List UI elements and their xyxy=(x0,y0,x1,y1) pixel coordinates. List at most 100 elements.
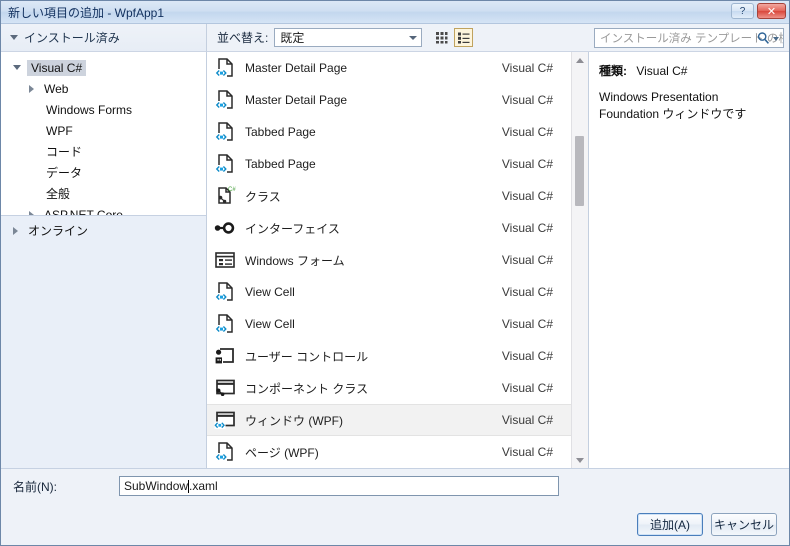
tree-item-label: 全般 xyxy=(46,187,71,201)
template-row[interactable]: Tabbed Page Visual C# xyxy=(207,116,571,148)
sort-dropdown[interactable]: 既定 xyxy=(274,28,423,47)
template-language: Visual C# xyxy=(501,61,553,75)
tree-item-label: Web xyxy=(44,81,69,96)
template-language: Visual C# xyxy=(501,349,553,363)
tree-item-web[interactable]: Web xyxy=(1,78,206,99)
name-field-row: 名前(N): SubWindow .xaml xyxy=(1,468,789,503)
template-row[interactable]: ページ (WPF) Visual C# xyxy=(207,436,571,468)
toolbar-row: インストール済み 並べ替え: 既定 インストール済み テンプレート の検索 xyxy=(1,24,789,52)
template-list-scrollbar[interactable] xyxy=(571,52,588,468)
template-row[interactable]: View Cell Visual C# xyxy=(207,308,571,340)
template-language: Visual C# xyxy=(501,317,553,331)
tree-item-label: コード xyxy=(46,145,83,159)
template-name: View Cell xyxy=(245,317,295,331)
view-mode-toggles xyxy=(432,28,474,47)
add-button-label: 追加(A) xyxy=(650,517,690,532)
template-name: Master Detail Page xyxy=(245,93,348,107)
template-list-panel: Master Detail Page Visual C# Master Deta… xyxy=(207,52,589,468)
template-language: Visual C# xyxy=(501,93,553,107)
user-control-icon xyxy=(213,344,237,368)
installed-tree: Visual C# Web Windows Forms WPF コード データ xyxy=(1,52,206,215)
tree-item-visual-csharp[interactable]: Visual C# xyxy=(1,57,206,78)
tree-item-label: データ xyxy=(46,166,83,180)
detail-kind-value: Visual C# xyxy=(636,64,688,78)
windows-form-icon xyxy=(213,248,237,272)
search-area: インストール済み テンプレート の検索 xyxy=(589,24,789,52)
close-button[interactable]: ✕ xyxy=(757,3,786,19)
component-class-icon xyxy=(213,376,237,400)
tree-item-wpf[interactable]: WPF xyxy=(1,120,206,141)
installed-section-header[interactable]: インストール済み xyxy=(1,24,207,52)
question-mark-icon: ? xyxy=(739,5,746,17)
template-language: Visual C# xyxy=(501,285,553,299)
template-name: ウィンドウ (WPF) xyxy=(245,413,343,428)
chevron-right-icon xyxy=(13,226,18,235)
xaml-page-icon xyxy=(213,120,237,144)
template-row[interactable]: コンポーネント クラス Visual C# xyxy=(207,372,571,404)
list-view-icon xyxy=(458,32,470,44)
category-tree-panel: Visual C# Web Windows Forms WPF コード データ xyxy=(1,52,207,468)
template-language: Visual C# xyxy=(501,189,553,203)
search-dropdown-arrow-icon[interactable] xyxy=(773,36,779,41)
tree-item-general[interactable]: 全般 xyxy=(1,183,206,204)
interface-icon xyxy=(213,216,237,240)
template-language: Visual C# xyxy=(501,381,553,395)
dialog-body: Visual C# Web Windows Forms WPF コード データ xyxy=(1,52,789,468)
template-row-selected[interactable]: ウィンドウ (WPF) Visual C# xyxy=(207,404,571,436)
template-detail-panel: 種類: Visual C# Windows Presentation Found… xyxy=(589,52,789,468)
template-row[interactable]: ユーザー コントロール Visual C# xyxy=(207,340,571,372)
scroll-down-button[interactable] xyxy=(572,452,588,468)
grid-view-button[interactable] xyxy=(432,28,451,47)
cancel-button[interactable]: キャンセル xyxy=(711,512,777,536)
close-icon: ✕ xyxy=(766,5,777,18)
template-row[interactable]: C# クラス Visual C# xyxy=(207,180,571,212)
template-row[interactable]: Master Detail Page Visual C# xyxy=(207,52,571,84)
tree-item-windows-forms[interactable]: Windows Forms xyxy=(1,99,206,120)
template-row[interactable]: Master Detail Page Visual C# xyxy=(207,84,571,116)
detail-kind-label: 種類: xyxy=(599,64,627,78)
scrollbar-thumb[interactable] xyxy=(575,136,584,206)
template-row[interactable]: Windows フォーム Visual C# xyxy=(207,244,571,276)
tree-item-label: オンライン xyxy=(28,224,89,238)
detail-kind-row: 種類: Visual C# xyxy=(599,62,781,79)
template-language: Visual C# xyxy=(501,157,553,171)
title-bar-buttons: ? ✕ xyxy=(731,3,786,19)
name-input[interactable]: SubWindow .xaml xyxy=(119,476,559,496)
scrollbar-track[interactable] xyxy=(572,68,588,452)
xaml-page-icon xyxy=(213,280,237,304)
template-row[interactable]: インターフェイス Visual C# xyxy=(207,212,571,244)
template-row[interactable]: Tabbed Page Visual C# xyxy=(207,148,571,180)
template-language: Visual C# xyxy=(501,125,553,139)
wpf-window-icon xyxy=(213,408,237,432)
template-name: コンポーネント クラス xyxy=(245,381,369,396)
tree-item-label: Visual C# xyxy=(27,59,87,76)
tree-item-data[interactable]: データ xyxy=(1,162,206,183)
tree-item-aspnet-core[interactable]: ASP.NET Core xyxy=(1,204,206,215)
tree-item-online[interactable]: オンライン xyxy=(1,220,206,241)
scroll-up-icon xyxy=(576,57,584,63)
template-list[interactable]: Master Detail Page Visual C# Master Deta… xyxy=(207,52,571,468)
template-row[interactable]: View Cell Visual C# xyxy=(207,276,571,308)
help-button[interactable]: ? xyxy=(731,3,754,19)
tree-item-label: Windows Forms xyxy=(46,102,133,117)
sort-selected-value: 既定 xyxy=(280,31,305,45)
search-input[interactable]: インストール済み テンプレート の検索 xyxy=(594,27,784,48)
template-language: Visual C# xyxy=(501,445,553,459)
template-name: ページ (WPF) xyxy=(245,445,319,460)
window-title: 新しい項目の追加 - WpfApp1 xyxy=(8,5,165,20)
xaml-page-icon xyxy=(213,88,237,112)
scroll-up-button[interactable] xyxy=(572,52,588,68)
add-button[interactable]: 追加(A) xyxy=(637,512,703,536)
dialog-footer: 追加(A) キャンセル xyxy=(1,503,789,545)
template-name: ユーザー コントロール xyxy=(245,349,369,364)
xaml-page-icon xyxy=(213,56,237,80)
tree-item-code[interactable]: コード xyxy=(1,141,206,162)
grid-view-icon xyxy=(436,32,448,44)
template-name: Tabbed Page xyxy=(245,125,316,139)
template-name: Tabbed Page xyxy=(245,157,316,171)
tree-item-label: WPF xyxy=(46,123,73,138)
list-view-button[interactable] xyxy=(454,28,474,47)
title-bar[interactable]: 新しい項目の追加 - WpfApp1 ? ✕ xyxy=(1,1,789,24)
name-input-value-after-caret: .xaml xyxy=(189,479,218,493)
name-label: 名前(N): xyxy=(13,479,57,494)
